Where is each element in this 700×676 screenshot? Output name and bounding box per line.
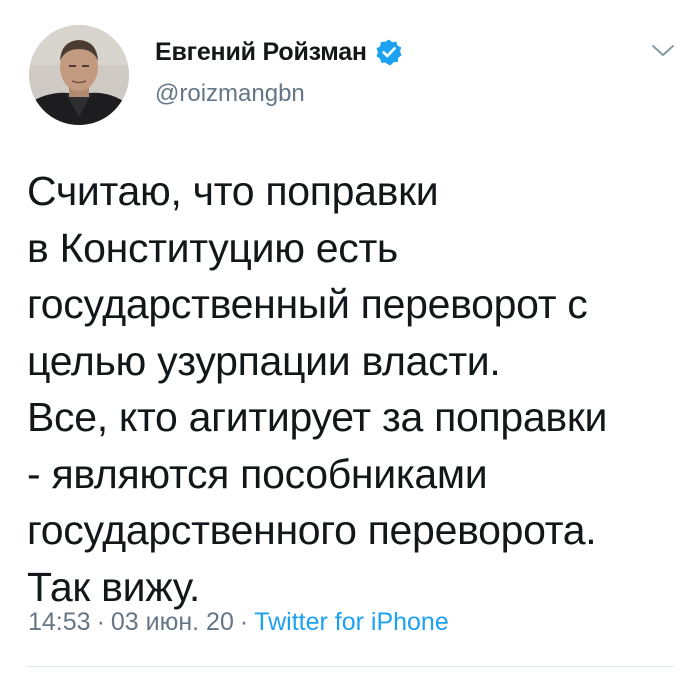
author-block: Евгений Ройзман @roizmangbn (155, 34, 403, 108)
tweet-card: Евгений Ройзман @roizmangbn Считаю, что … (0, 0, 700, 676)
tweet-line: целью узурпации власти. (27, 337, 501, 384)
tweet-date[interactable]: 03 июн. 20 (111, 608, 234, 636)
tweet-line: государственный переворот с (27, 281, 588, 327)
tweet-meta: 14:53 · 03 июн. 20 · Twitter for iPhone (28, 608, 449, 637)
author-handle[interactable]: @roizmangbn (155, 80, 403, 108)
meta-separator: · (96, 608, 105, 636)
tweet-line: государственного переворота. (27, 507, 597, 553)
chevron-down-icon[interactable] (649, 41, 677, 61)
tweet-text: Считаю, что поправки в Конституцию есть … (27, 163, 687, 615)
profile-photo (29, 25, 129, 125)
tweet-time[interactable]: 14:53 (28, 608, 91, 636)
tweet-line: Считаю, что поправки (27, 168, 439, 214)
divider (26, 666, 674, 667)
verified-badge-icon (375, 38, 403, 66)
tweet-source-link[interactable]: Twitter for iPhone (254, 608, 449, 636)
meta-separator: · (239, 608, 249, 636)
tweet-line: Так вижу. (27, 563, 200, 610)
tweet-line: в Конституцию есть (27, 224, 398, 271)
author-display-name[interactable]: Евгений Ройзман (155, 38, 367, 67)
avatar[interactable] (29, 25, 129, 125)
tweet-line: - являются пособниками (27, 450, 488, 497)
tweet-line: Все, кто агитирует за поправки (27, 394, 608, 440)
author-name-row: Евгений Ройзман (155, 34, 403, 70)
